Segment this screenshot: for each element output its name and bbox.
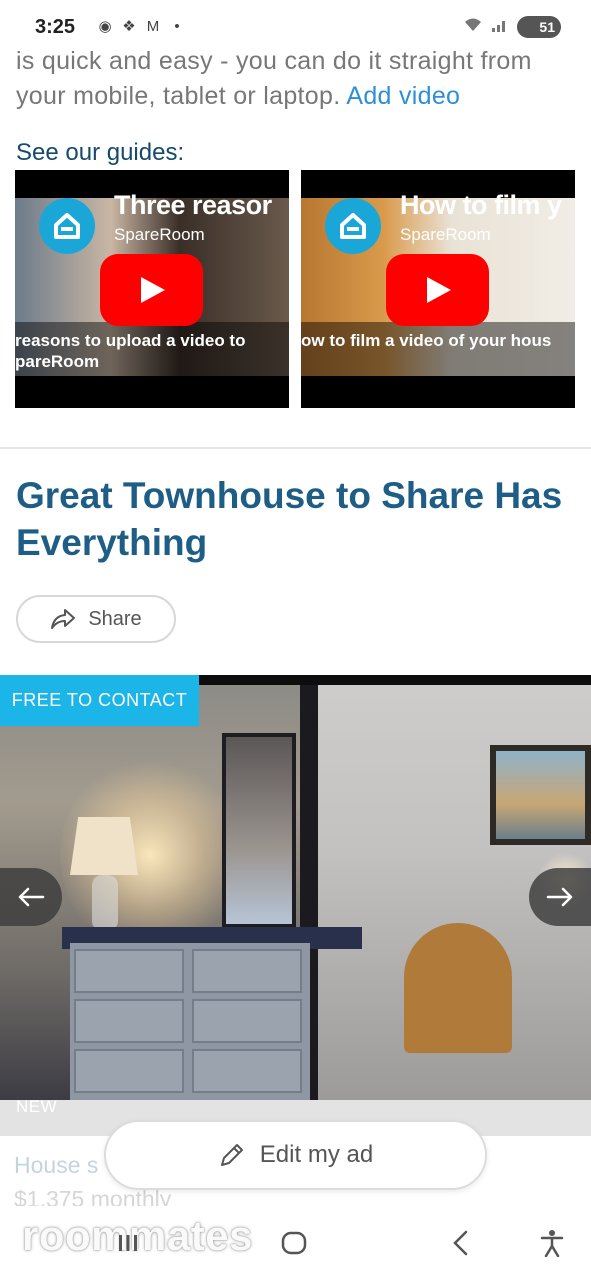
new-badge: NEW	[16, 1097, 58, 1116]
arrow-right-icon	[546, 887, 573, 907]
video-caption: reasons to upload a video to pareRoom	[15, 322, 289, 378]
recent-apps-icon[interactable]	[113, 1228, 143, 1258]
wifi-icon	[463, 17, 483, 38]
share-button[interactable]: Share	[16, 595, 176, 643]
next-listing-title[interactable]: House s	[14, 1152, 98, 1179]
arrow-left-icon	[18, 887, 45, 907]
video-caption-line: reasons to upload a video to	[15, 331, 246, 350]
edit-my-ad-label: Edit my ad	[259, 1141, 374, 1168]
guide-video-1[interactable]: Three reasor SpareRoom reasons to upload…	[15, 170, 289, 408]
chair	[404, 923, 512, 1053]
section-divider	[0, 447, 591, 449]
signal-icon	[491, 17, 509, 38]
messenger-icon: ❖	[122, 18, 136, 35]
wall-picture	[490, 745, 591, 845]
edit-my-ad-button[interactable]: Edit my ad	[104, 1120, 487, 1190]
battery-indicator: 51	[517, 16, 561, 38]
gmail-icon: M	[146, 18, 160, 35]
play-icon	[426, 277, 451, 303]
free-to-contact-badge: FREE TO CONTACT	[0, 675, 199, 726]
next-photo-button[interactable]	[529, 868, 591, 926]
spareroom-logo-icon	[325, 198, 381, 254]
video-channel: SpareRoom	[400, 225, 491, 244]
spareroom-logo-icon	[39, 198, 95, 254]
more-notifications-icon: •	[174, 18, 180, 35]
notification-icons: ◉ ❖ M •	[96, 18, 186, 36]
chrome-icon: ◉	[98, 18, 112, 35]
guides-title: See our guides:	[16, 139, 185, 166]
play-button[interactable]	[386, 254, 489, 326]
back-icon[interactable]	[446, 1228, 476, 1258]
accessibility-icon[interactable]	[537, 1228, 567, 1258]
add-video-intro: is quick and easy - you can do it straig…	[16, 44, 576, 114]
mirror	[222, 733, 296, 928]
video-title: Three reasor	[114, 190, 272, 220]
video-caption-line: pareRoom	[15, 352, 100, 371]
play-icon	[140, 277, 165, 303]
status-time: 3:25	[35, 16, 76, 38]
add-video-link[interactable]: Add video	[346, 82, 460, 110]
video-title: How to film y	[400, 190, 562, 220]
video-caption: ow to film a video of your hous	[301, 322, 575, 378]
listing-photo[interactable]	[0, 675, 591, 1100]
listing-title: Great Townhouse to Share Has Everything	[16, 475, 563, 563]
video-channel: SpareRoom	[114, 225, 205, 244]
home-icon[interactable]	[279, 1228, 309, 1258]
guide-video-2[interactable]: How to film y SpareRoom ow to film a vid…	[301, 170, 575, 408]
play-button[interactable]	[100, 254, 203, 326]
dresser	[70, 943, 310, 1100]
lamp	[70, 817, 138, 875]
video-caption-line: ow to film a video of your hous	[301, 331, 552, 350]
previous-photo-button[interactable]	[0, 868, 62, 926]
pencil-icon	[220, 1144, 243, 1166]
share-icon	[51, 609, 76, 629]
share-label: Share	[88, 607, 142, 630]
status-right: 51	[463, 16, 561, 38]
